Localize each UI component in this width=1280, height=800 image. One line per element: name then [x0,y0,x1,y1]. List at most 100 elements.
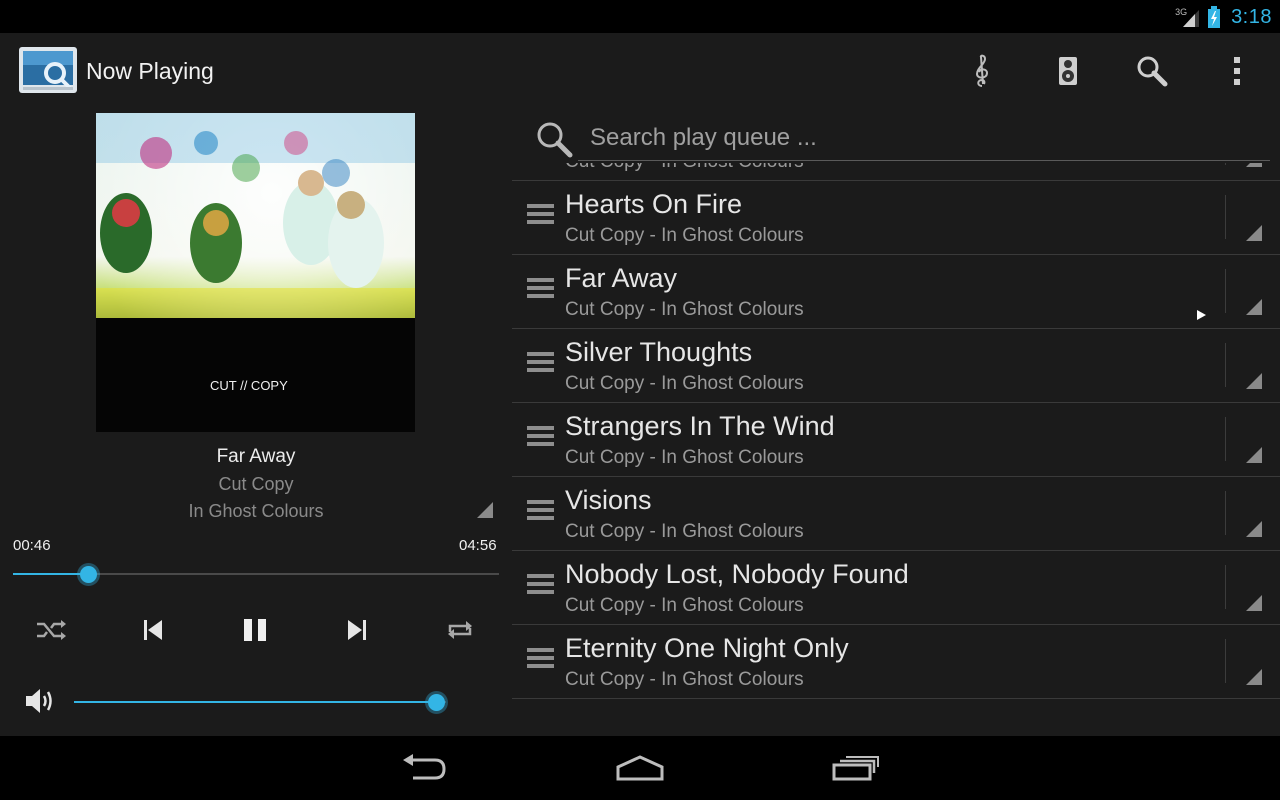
queue-row-title: Silver Thoughts [565,337,753,367]
queue-row[interactable]: Visions Cut Copy - In Ghost Colours [512,477,1280,551]
row-menu-icon[interactable] [1246,225,1262,241]
repeat-button[interactable] [438,610,482,650]
drag-handle-icon[interactable] [527,499,554,521]
pause-button[interactable] [233,610,277,650]
row-divider [1225,565,1226,609]
queue-row[interactable]: Eternity One Night Only Cut Copy - In Gho… [512,625,1280,699]
drag-handle-icon[interactable] [527,203,554,225]
seek-progress [13,573,89,575]
seek-bar[interactable] [13,563,499,585]
back-button[interactable] [392,750,456,786]
album-art-text: CUT // COPY [210,378,288,393]
row-menu-icon[interactable] [1246,373,1262,389]
volume-icon[interactable] [24,686,58,716]
search-icon [1137,56,1168,87]
queue-row-subtitle: Cut Copy - In Ghost Colours [565,521,804,542]
queue-row[interactable]: Nobody Lost, Nobody Found Cut Copy - In G… [512,551,1280,625]
status-bar: 3G 3:18 [0,0,1280,33]
speaker-button[interactable] [1048,51,1088,91]
play-queue[interactable]: Voices In QuartzCut Copy - In Ghost Colo… [512,163,1280,736]
search-input[interactable] [578,115,1270,161]
total-time: 04:56 [459,537,497,554]
shuffle-icon [37,620,66,640]
queue-row[interactable]: Strangers In The Wind Cut Copy - In Ghost… [512,403,1280,477]
row-menu-icon[interactable] [1246,669,1262,685]
next-icon [348,620,366,640]
row-divider [1225,195,1226,239]
row-menu-icon[interactable] [1246,521,1262,537]
queue-row-subtitle: Cut Copy - In Ghost Colours [565,669,804,690]
overflow-menu-button[interactable] [1217,51,1257,91]
row-divider [1225,491,1226,535]
queue-row[interactable]: Hearts On Fire Cut Copy - In Ghost Colour… [512,181,1280,255]
volume-slider[interactable] [74,691,446,713]
queue-row-title: Far Away [565,263,678,293]
app-logo-icon[interactable] [18,46,78,94]
next-button[interactable] [335,610,379,650]
status-icons: 3G 3:18 [1175,4,1272,30]
queue-row[interactable]: Voices In QuartzCut Copy - In Ghost Colo… [512,163,1280,181]
repeat-icon [448,621,472,639]
music-note-button[interactable] [962,51,1002,91]
now-playing-indicator-icon [1197,307,1206,320]
queue-row-title: Eternity One Night Only [565,633,849,663]
overflow-menu-icon [1234,57,1240,85]
row-menu-icon[interactable] [1246,299,1262,315]
drag-handle-icon[interactable] [527,647,554,669]
clock: 3:18 [1231,5,1272,28]
queue-row-subtitle: Cut Copy - In Ghost Colours [565,163,804,173]
queue-row-subtitle: Cut Copy - In Ghost Colours [565,225,804,246]
drag-handle-icon[interactable] [527,573,554,595]
recent-apps-icon [832,756,879,781]
row-menu-icon[interactable] [1246,595,1262,611]
album-art[interactable]: CUT // COPY [96,113,415,432]
action-bar: Now Playing [0,33,1280,109]
queue-row-subtitle: Cut Copy - In Ghost Colours [565,595,804,616]
recent-apps-button[interactable] [824,750,888,786]
network-type: 3G [1175,7,1188,17]
page-title: Now Playing [86,58,214,84]
navigation-bar [0,736,1280,800]
signal-icon: 3G [1175,6,1201,28]
now-playing-album: In Ghost Colours [188,501,324,521]
previous-icon [144,620,162,640]
home-icon [616,755,664,781]
drag-handle-icon[interactable] [527,351,554,373]
now-playing-title: Far Away [216,446,296,467]
now-playing-menu-icon[interactable] [476,501,494,519]
row-divider [1225,639,1226,683]
shuffle-button[interactable] [29,610,73,650]
queue-row-title: Hearts On Fire [565,189,743,219]
drag-handle-icon[interactable] [527,425,554,447]
seek-thumb[interactable] [80,566,98,583]
music-note-icon [975,54,989,87]
queue-row-title: Strangers In The Wind [565,411,835,441]
queue-list: Voices In QuartzCut Copy - In Ghost Colo… [512,163,1280,699]
volume-thumb[interactable] [427,694,445,711]
search-button[interactable] [1132,51,1172,91]
queue-row-subtitle: Cut Copy - In Ghost Colours [565,299,804,320]
row-divider [1225,417,1226,461]
pause-icon [244,619,266,641]
queue-row-title: Visions [565,485,652,515]
volume-level [74,701,437,703]
queue-search [534,115,1270,163]
queue-row[interactable]: Far Away Cut Copy - In Ghost Colours [512,255,1280,329]
row-divider [1225,343,1226,387]
row-menu-icon[interactable] [1246,163,1262,167]
back-icon [403,754,446,780]
home-button[interactable] [608,750,672,786]
battery-icon [1207,6,1221,28]
previous-button[interactable] [131,610,175,650]
queue-row[interactable]: Silver Thoughts Cut Copy - In Ghost Colou… [512,329,1280,403]
queue-row-subtitle: Cut Copy - In Ghost Colours [565,373,804,394]
row-divider [1225,163,1226,165]
drag-handle-icon[interactable] [527,277,554,299]
queue-row-subtitle: Cut Copy - In Ghost Colours [565,447,804,468]
speaker-icon [1059,57,1077,85]
row-divider [1225,269,1226,313]
row-menu-icon[interactable] [1246,447,1262,463]
app-content: Now Playing CUT // COPY Far Away Cut Cop… [0,33,1280,736]
search-icon [534,119,574,159]
now-playing-artist: Cut Copy [218,474,294,494]
